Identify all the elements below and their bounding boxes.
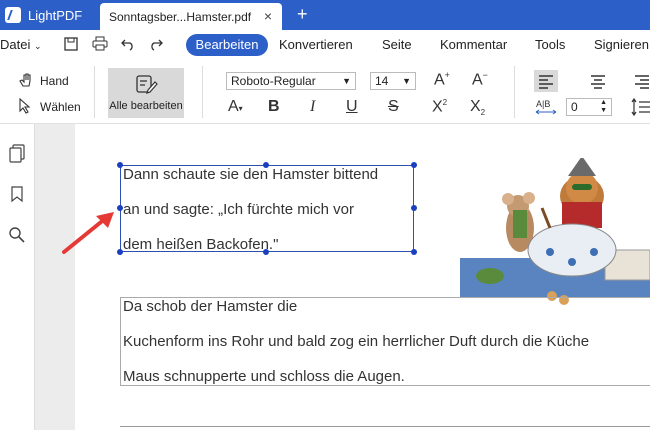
text-line: dem heißen Backofen." <box>123 236 279 253</box>
superscript-icon[interactable]: X2 <box>432 98 447 116</box>
menu-kommentar[interactable]: Kommentar <box>440 37 507 52</box>
redo-icon[interactable] <box>148 37 163 51</box>
strikethrough-icon[interactable]: S <box>388 98 399 116</box>
svg-text:A|B: A|B <box>536 99 550 109</box>
menu-seite[interactable]: Seite <box>382 37 412 52</box>
spacing-stepper[interactable]: 0 ▲ ▼ <box>566 98 612 116</box>
text-line: Dann schaute sie den Hamster bittend <box>123 166 379 183</box>
select-tool[interactable]: Wählen <box>40 100 81 114</box>
resize-handle[interactable] <box>411 162 417 168</box>
font-size-value: 14 <box>375 74 389 88</box>
app-name: LightPDF <box>28 7 83 23</box>
new-tab-button[interactable]: + <box>297 4 308 25</box>
pages-icon[interactable] <box>8 144 26 164</box>
bold-icon[interactable]: B <box>268 98 280 116</box>
title-bar: LightPDF Sonntagsber...Hamster.pdf × + <box>0 0 650 30</box>
text-line: Kuchenform ins Rohr und bald zog ein her… <box>123 333 590 350</box>
font-family-value: Roboto-Regular <box>231 74 316 88</box>
print-icon[interactable] <box>92 36 108 51</box>
text-box-3-edge <box>120 426 650 427</box>
text-paragraph-2[interactable]: Da schob der Hamster die Kuchenform ins … <box>123 289 589 394</box>
underline-icon[interactable]: U <box>346 98 358 116</box>
edit-all-button[interactable]: Alle bearbeiten <box>108 68 184 118</box>
cursor-icon <box>19 98 31 114</box>
stepper-arrows-icon: ▲ ▼ <box>600 99 607 114</box>
edit-all-label: Alle bearbeiten <box>109 100 183 112</box>
align-left-button[interactable] <box>534 70 558 92</box>
character-spacing-icon[interactable]: A|B <box>534 96 558 118</box>
red-arrow-icon <box>62 212 114 254</box>
page-gutter <box>35 124 75 430</box>
bookmark-icon[interactable] <box>9 185 25 203</box>
chevron-down-icon: ▼ <box>402 76 411 86</box>
text-paragraph-1[interactable]: Dann schaute sie den Hamster bittend an … <box>123 157 378 262</box>
hamster-illustration <box>460 158 650 305</box>
divider <box>94 66 95 118</box>
align-left-icon <box>539 75 553 89</box>
align-center-icon[interactable] <box>586 70 610 92</box>
text-line: Maus schnupperte und schloss die Augen. <box>123 368 405 385</box>
italic-icon[interactable]: I <box>310 98 315 116</box>
lightpdf-logo-icon <box>5 7 21 23</box>
text-line: Da schob der Hamster die <box>123 298 298 315</box>
spacing-value: 0 <box>571 100 578 114</box>
text-line: an und sagte: „Ich fürchte mich vor <box>123 201 354 218</box>
app-tab[interactable]: LightPDF <box>0 0 98 30</box>
decrease-font-icon[interactable]: A− <box>472 70 488 89</box>
menu-signieren[interactable]: Signieren <box>594 37 649 52</box>
align-right-icon[interactable] <box>632 70 650 92</box>
undo-icon[interactable] <box>121 37 136 51</box>
hand-tool[interactable]: Hand <box>40 74 69 88</box>
subscript-icon[interactable]: X2 <box>470 98 485 117</box>
save-icon[interactable] <box>64 37 78 51</box>
resize-handle[interactable] <box>411 249 417 255</box>
font-family-select[interactable]: Roboto-Regular ▼ <box>226 72 356 90</box>
resize-handle[interactable] <box>411 205 417 211</box>
menu-file[interactable]: Datei ⌄ <box>0 37 42 52</box>
font-color-icon[interactable]: A▾ <box>228 98 243 116</box>
left-sidebar <box>0 124 35 430</box>
document-tab-title: Sonntagsber...Hamster.pdf <box>109 9 252 24</box>
edit-document-icon <box>136 75 158 94</box>
divider <box>514 66 515 118</box>
hand-icon <box>19 73 31 87</box>
font-size-select[interactable]: 14 ▼ <box>370 72 416 90</box>
menu-file-label: Datei <box>0 37 31 52</box>
increase-font-icon[interactable]: A+ <box>434 70 450 89</box>
chevron-down-icon: ▼ <box>342 76 351 86</box>
menu-bar: Datei ⌄ Bearbeiten Konvertieren Seite Ko… <box>0 30 650 60</box>
resize-handle[interactable] <box>263 249 269 255</box>
menu-bearbeiten[interactable]: Bearbeiten <box>186 34 268 56</box>
close-tab-icon[interactable]: × <box>264 8 272 24</box>
resize-handle[interactable] <box>263 162 269 168</box>
search-icon[interactable] <box>8 226 26 244</box>
divider <box>202 66 203 118</box>
document-tab[interactable]: Sonntagsber...Hamster.pdf × <box>100 3 282 30</box>
menu-tools[interactable]: Tools <box>535 37 565 52</box>
resize-handle[interactable] <box>117 162 123 168</box>
line-spacing-icon[interactable] <box>630 96 650 118</box>
menu-konvertieren[interactable]: Konvertieren <box>279 37 353 52</box>
chevron-down-icon: ⌄ <box>33 41 42 51</box>
